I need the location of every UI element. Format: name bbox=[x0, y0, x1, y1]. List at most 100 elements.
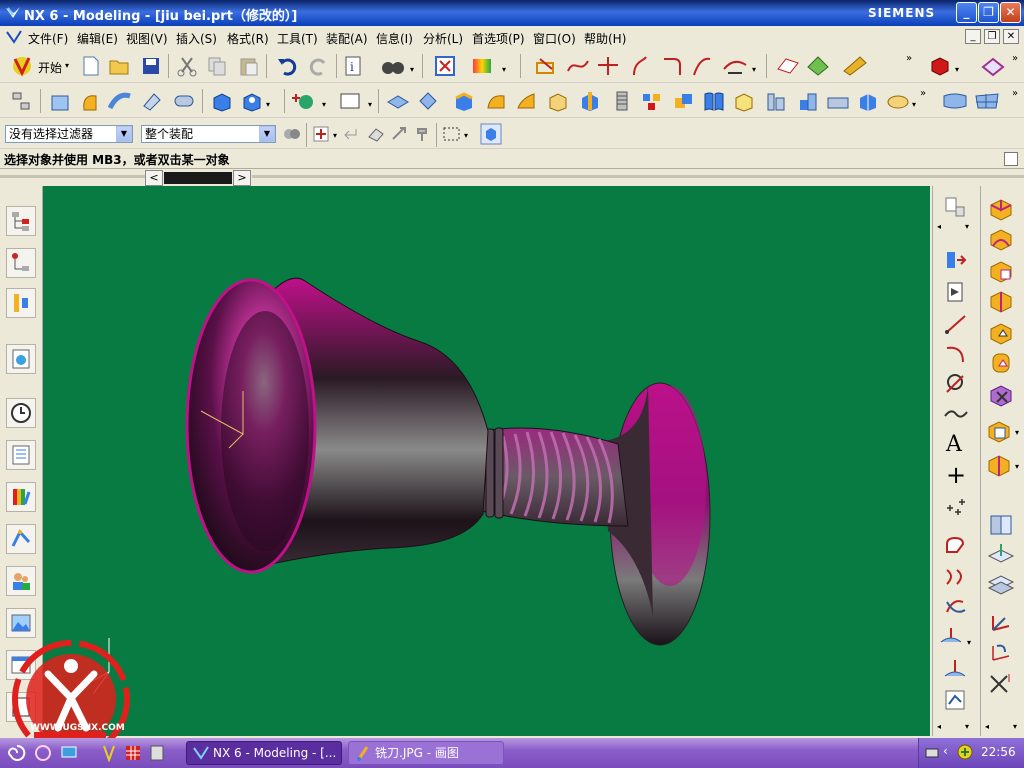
taskbar-button-paint[interactable]: 铣刀.JPG - 画图 bbox=[348, 741, 504, 765]
binoculars-icon[interactable] bbox=[380, 55, 406, 77]
offset-face-icon[interactable] bbox=[386, 90, 410, 112]
menu-edit[interactable]: 编辑(E) bbox=[77, 30, 118, 47]
curve-icon[interactable] bbox=[566, 55, 590, 77]
visualization-tab[interactable] bbox=[6, 482, 36, 512]
mesh-surface-icon[interactable] bbox=[806, 55, 830, 77]
information-icon[interactable]: i bbox=[342, 55, 366, 77]
datum-csys-icon[interactable] bbox=[292, 90, 318, 112]
close-button[interactable]: ✕ bbox=[1000, 2, 1021, 23]
red-cube-icon[interactable] bbox=[928, 55, 952, 77]
split-body-icon[interactable] bbox=[826, 90, 850, 112]
diamond-face-icon[interactable] bbox=[416, 90, 440, 112]
pattern-icon[interactable] bbox=[640, 90, 664, 112]
assembly-navigator-tab[interactable] bbox=[6, 206, 36, 236]
type-filter-select[interactable]: 没有选择过滤器 bbox=[5, 125, 133, 143]
circle-point-icon[interactable] bbox=[943, 372, 969, 396]
app-menu-icon[interactable] bbox=[6, 30, 22, 44]
extrude-icon[interactable] bbox=[48, 90, 72, 112]
offset-curve-icon[interactable] bbox=[628, 55, 652, 77]
dropdown-arrow-icon[interactable]: ▾ bbox=[752, 65, 756, 74]
redo-icon[interactable] bbox=[308, 55, 330, 77]
hammer-icon[interactable] bbox=[414, 125, 434, 143]
scope-select[interactable]: 整个装配 bbox=[141, 125, 276, 143]
dropdown-arrow-icon[interactable]: ▾ bbox=[1015, 462, 1019, 471]
open-folder-icon[interactable] bbox=[108, 55, 132, 77]
quicklaunch-desktop-icon[interactable] bbox=[60, 744, 78, 762]
work-layer-icon[interactable] bbox=[987, 542, 1015, 568]
layer-settings-icon[interactable] bbox=[943, 688, 969, 712]
through-mesh-icon[interactable] bbox=[974, 90, 1000, 112]
wcs-display-icon[interactable] bbox=[987, 670, 1015, 696]
new-file-icon[interactable] bbox=[80, 55, 102, 77]
status-expand-icon[interactable] bbox=[1004, 152, 1018, 166]
left-arrow-icon[interactable]: ◂ bbox=[937, 222, 941, 231]
assembly-load-icon[interactable] bbox=[943, 196, 969, 220]
snap-point-icon[interactable] bbox=[312, 125, 332, 143]
select-cube-icon[interactable] bbox=[480, 123, 502, 145]
constraint-navigator-tab[interactable] bbox=[6, 288, 36, 318]
menu-help[interactable]: 帮助(H) bbox=[584, 30, 626, 47]
left-arrow-icon[interactable]: ◂ bbox=[937, 722, 941, 731]
arc-icon[interactable] bbox=[943, 342, 969, 366]
sketch-icon[interactable] bbox=[534, 55, 558, 77]
scope-dropdown-button[interactable]: ▼ bbox=[259, 126, 275, 142]
quicklaunch-browser-icon[interactable] bbox=[34, 744, 52, 762]
edge-blend-icon[interactable] bbox=[452, 90, 476, 112]
view-move-cube-icon[interactable] bbox=[987, 196, 1015, 222]
shell-icon[interactable] bbox=[546, 90, 570, 112]
save-icon[interactable] bbox=[140, 55, 162, 77]
hole-icon[interactable] bbox=[240, 90, 264, 112]
copy-icon[interactable] bbox=[206, 55, 228, 77]
surface-patch-icon[interactable] bbox=[886, 90, 910, 112]
start-icon[interactable] bbox=[10, 54, 34, 78]
back-arrow-icon[interactable] bbox=[342, 125, 360, 143]
fillet-curve-icon[interactable] bbox=[660, 55, 684, 77]
tray-keyboard-icon[interactable] bbox=[925, 746, 939, 760]
spline-icon[interactable] bbox=[943, 402, 969, 426]
layer-book-icon[interactable] bbox=[987, 512, 1015, 538]
through-curves-icon[interactable] bbox=[942, 90, 968, 112]
scroll-right-button[interactable]: > bbox=[233, 170, 251, 186]
revolve-icon[interactable] bbox=[78, 90, 102, 112]
rectangle-icon[interactable] bbox=[338, 90, 362, 112]
quicklaunch-calc-icon[interactable] bbox=[148, 744, 166, 762]
scroll-down-arrow-icon[interactable]: ▾ bbox=[965, 222, 969, 231]
graphics-window[interactable] bbox=[43, 186, 930, 736]
shading-icon[interactable] bbox=[470, 55, 496, 77]
mirror-icon[interactable] bbox=[702, 90, 726, 112]
bodies-move-icon[interactable] bbox=[943, 248, 969, 272]
dropdown-arrow-icon[interactable]: ▾ bbox=[502, 65, 506, 74]
project-curve-icon[interactable] bbox=[722, 55, 748, 77]
minimize-button[interactable]: _ bbox=[956, 2, 977, 23]
bridge-sketch-icon[interactable] bbox=[943, 564, 969, 588]
reuse-library-tab[interactable] bbox=[6, 344, 36, 374]
system-materials-tab[interactable] bbox=[6, 440, 36, 470]
menu-format[interactable]: 格式(R) bbox=[227, 30, 269, 47]
unite-icon[interactable] bbox=[672, 90, 696, 112]
tool-gray-icon[interactable] bbox=[390, 125, 410, 143]
title-bar[interactable]: NX 6 - Modeling - [jiu bei.prt（修改的）] SIE… bbox=[0, 0, 1024, 26]
menu-information[interactable]: 信息(I) bbox=[376, 30, 413, 47]
goblet-model[interactable] bbox=[43, 186, 930, 736]
point-set-icon[interactable] bbox=[943, 498, 969, 522]
thread-icon[interactable] bbox=[610, 90, 634, 112]
join-curves-icon[interactable] bbox=[943, 594, 969, 618]
move-to-layer-icon[interactable] bbox=[987, 572, 1015, 598]
view-cylinder-icon[interactable] bbox=[987, 350, 1015, 376]
history-tab[interactable] bbox=[6, 398, 36, 428]
palettes-tab[interactable] bbox=[6, 608, 36, 638]
toolbar-overflow-icon[interactable]: » bbox=[1012, 53, 1018, 64]
undo-icon[interactable] bbox=[276, 55, 298, 77]
tray-collapse-icon[interactable]: ‹ bbox=[943, 744, 948, 758]
roles-tab[interactable] bbox=[6, 566, 36, 596]
process-studio-tab[interactable] bbox=[6, 524, 36, 554]
extract-icon[interactable] bbox=[764, 90, 788, 112]
dropdown-arrow-icon[interactable]: ▾ bbox=[368, 100, 372, 109]
view-replace-cube-icon[interactable] bbox=[985, 418, 1013, 444]
dropdown-arrow-icon[interactable]: ▾ bbox=[322, 100, 326, 109]
selection-filter-icon[interactable] bbox=[282, 125, 302, 143]
text-tool-button[interactable]: A bbox=[946, 432, 962, 457]
menu-tools[interactable]: 工具(T) bbox=[277, 30, 318, 47]
dropdown-arrow-icon[interactable]: ▾ bbox=[410, 65, 414, 74]
toolbar-overflow-icon[interactable]: » bbox=[920, 88, 926, 99]
